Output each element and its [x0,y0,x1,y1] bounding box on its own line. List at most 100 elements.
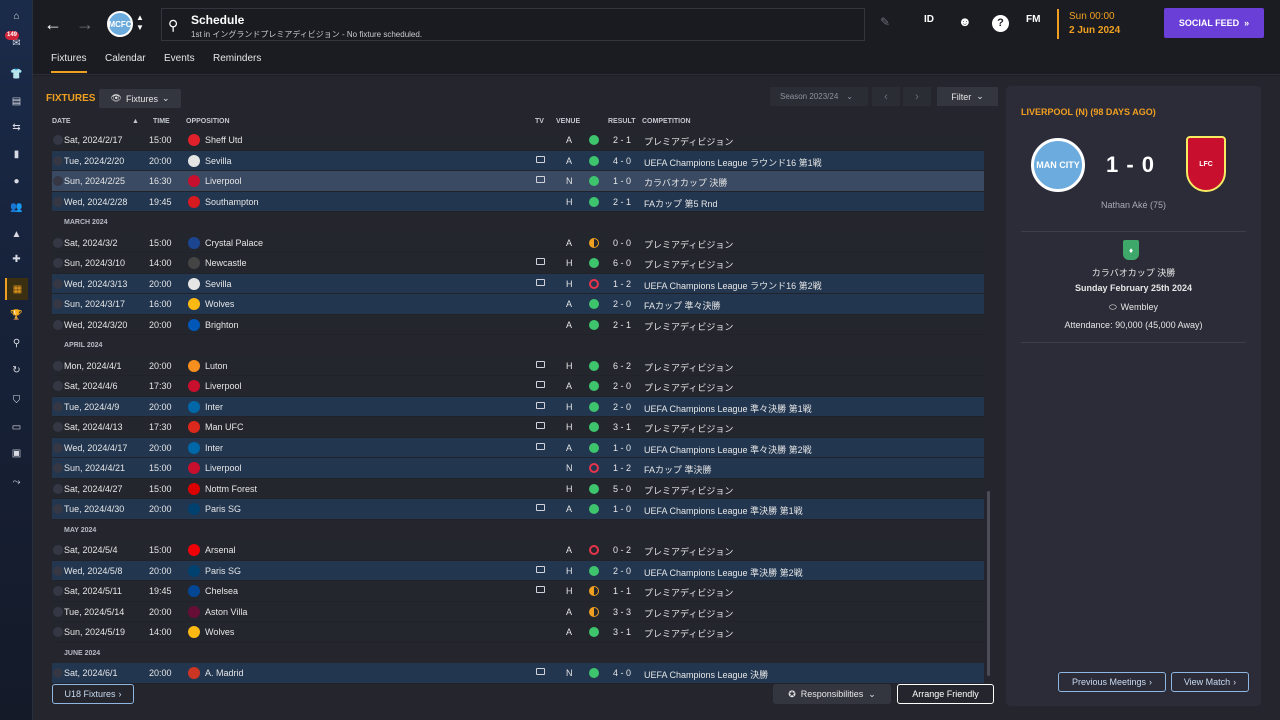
reports-icon[interactable]: ▤ [5,90,28,112]
opponent-name[interactable]: Sevilla [205,279,232,289]
table-row[interactable]: Sun, 2024/3/17 16:00 Wolves A 2 - 0 FAカップ 準々決… [52,294,984,315]
opponent-name[interactable]: Sheff Utd [205,135,242,145]
fixture-competition[interactable]: FAカップ 第5 Rnd [644,197,718,210]
medical-icon[interactable]: ✚ [5,248,28,270]
opponent-name[interactable]: Luton [205,361,228,371]
fixture-result[interactable]: 4 - 0 [613,156,631,166]
arrange-friendly-button[interactable]: Arrange Friendly [897,684,994,704]
filter-button[interactable]: Filter ⌄ [937,87,998,106]
away-club-crest[interactable]: LFC [1186,136,1226,192]
pencil-icon[interactable]: ✎ [880,15,890,29]
tab-reminders[interactable]: Reminders [213,53,261,71]
tactics-icon[interactable]: ● [5,170,28,192]
col-tv[interactable]: TV [535,118,544,125]
col-venue[interactable]: VENUE [556,118,580,125]
fixture-competition[interactable]: プレミアディビジョン [644,586,733,599]
sort-asc-icon[interactable]: ▲ [132,118,139,125]
goal-scorer[interactable]: Nathan Aké (75) [1006,200,1261,210]
table-row[interactable]: Wed, 2024/3/20 20:00 Brighton A 2 - 1 プレミアディビ… [52,314,984,335]
table-row[interactable]: Tue, 2024/2/20 20:00 Sevilla A 4 - 0 UEFA Cha… [52,150,984,171]
opponent-name[interactable]: Crystal Palace [205,238,263,248]
prev-season-button[interactable]: ‹ [872,87,900,106]
opponent-name[interactable]: Liverpool [205,381,242,391]
table-row[interactable]: Tue, 2024/4/9 20:00 Inter H 2 - 0 UEFA Champi… [52,396,984,417]
fixture-competition[interactable]: プレミアディビジョン [644,381,733,394]
fixture-competition[interactable]: プレミアディビジョン [644,484,733,497]
opponent-name[interactable]: Man UFC [205,422,244,432]
staff-icon[interactable]: 👥 [5,196,28,218]
table-row[interactable]: Sat, 2024/6/1 20:00 A. Madrid N 4 - 0 UEFA Ch… [52,663,984,684]
opponent-name[interactable]: Arsenal [205,545,236,555]
fixture-competition[interactable]: プレミアディビジョン [644,627,733,640]
opponent-name[interactable]: Brighton [205,320,239,330]
table-row[interactable]: Sun, 2024/5/19 14:00 Wolves A 3 - 1 プレミアディビジョ… [52,622,984,643]
opponent-name[interactable]: Aston Villa [205,607,247,617]
opponent-name[interactable]: Wolves [205,299,234,309]
next-season-button[interactable]: › [903,87,931,106]
table-row[interactable]: Sun, 2024/2/25 16:30 Liverpool N 1 - 0 カラバオカッ… [52,171,984,192]
fixture-result[interactable]: 1 - 2 [613,279,631,289]
fixture-result[interactable]: 4 - 0 [613,668,631,678]
opponent-name[interactable]: Newcastle [205,258,247,268]
opponent-name[interactable]: Chelsea [205,586,238,596]
club-switch-chevron-icon[interactable]: ▲ ▼ [136,13,144,33]
opponent-name[interactable]: Sevilla [205,156,232,166]
fixture-result[interactable]: 3 - 3 [613,607,631,617]
col-time[interactable]: TIME [153,118,170,125]
opponent-name[interactable]: Paris SG [205,566,241,576]
fixture-competition[interactable]: UEFA Champions League 準決勝 第1戦 [644,504,803,517]
opponent-name[interactable]: Paris SG [205,504,241,514]
help-icon[interactable]: ? [992,15,1009,32]
fixtures-view-dropdown[interactable]: 👁 Fixtures ⌄ [99,89,181,108]
club-info-icon[interactable]: ⛉ [5,389,28,411]
fixture-result[interactable]: 5 - 0 [613,484,631,494]
training-icon[interactable]: ▲ [5,223,28,245]
table-row[interactable]: Sat, 2024/4/13 17:30 Man UFC H 3 - 1 プレミアディビジ… [52,417,984,438]
fixture-competition[interactable]: UEFA Champions League ラウンド16 第2戦 [644,279,822,292]
fixture-result[interactable]: 2 - 0 [613,381,631,391]
opponent-name[interactable]: Southampton [205,197,259,207]
table-row[interactable]: Sat, 2024/5/11 19:45 Chelsea H 1 - 1 プレミアディビジ… [52,581,984,602]
opponent-name[interactable]: Wolves [205,627,234,637]
fixture-competition[interactable]: UEFA Champions League 準々決勝 第1戦 [644,402,812,415]
trophy-head-icon[interactable]: ☻ [958,14,972,29]
fixture-competition[interactable]: プレミアディビジョン [644,545,733,558]
competitions-icon[interactable]: 🏆 [5,304,28,326]
table-row[interactable]: Sat, 2024/4/6 17:30 Liverpool A 2 - 0 プレミアディビ… [52,376,984,397]
dev-centre-icon[interactable]: ⤳ [5,471,28,493]
dynamics-icon[interactable]: ▮ [5,143,28,165]
fixture-result[interactable]: 1 - 0 [613,504,631,514]
fixture-competition[interactable]: プレミアディビジョン [644,361,733,374]
stadium-name[interactable]: Wembley [1121,302,1158,312]
view-match-button[interactable]: View Match › [1171,672,1249,692]
finances-icon[interactable]: ▭ [5,416,28,438]
refresh-icon[interactable]: ↻ [5,359,28,381]
col-opposition[interactable]: OPPOSITION [186,118,230,125]
col-result[interactable]: RESULT [608,118,635,125]
opponent-name[interactable]: Inter [205,443,223,453]
tab-fixtures[interactable]: Fixtures [51,53,87,73]
social-feed-button[interactable]: SOCIAL FEED » [1164,8,1264,38]
table-row[interactable]: Sat, 2024/5/4 15:00 Arsenal A 0 - 2 プレミアディビジョ… [52,540,984,561]
date-display[interactable]: Sun 00:00 2 Jun 2024 [1057,9,1147,39]
fixture-result[interactable]: 3 - 1 [613,422,631,432]
responsibilities-button[interactable]: ✪ Responsibilities ⌄ [773,684,891,704]
fixture-result[interactable]: 2 - 0 [613,299,631,309]
opponent-name[interactable]: Liverpool [205,176,242,186]
fixture-result[interactable]: 2 - 1 [613,320,631,330]
fixture-result[interactable]: 1 - 0 [613,176,631,186]
table-row[interactable]: Wed, 2024/3/13 20:00 Sevilla H 1 - 2 UEFA Cha… [52,273,984,294]
back-arrow-icon[interactable]: ← [43,12,63,36]
fixture-result[interactable]: 0 - 0 [613,238,631,248]
table-row[interactable]: Sat, 2024/3/2 15:00 Crystal Palace A 0 - 0 プレ… [52,232,984,253]
table-row[interactable]: Sat, 2024/2/17 15:00 Sheff Utd A 2 - 1 プレミアディ… [52,130,984,151]
club-badge[interactable]: MCFC [107,11,133,37]
table-row[interactable]: Wed, 2024/2/28 19:45 Southampton H 2 - 1 FAカッ… [52,191,984,212]
opponent-name[interactable]: Liverpool [205,463,242,473]
fixture-competition[interactable]: FAカップ 準々決勝 [644,299,721,312]
fixture-result[interactable]: 2 - 0 [613,566,631,576]
fixture-competition[interactable]: UEFA Champions League ラウンド16 第1戦 [644,156,822,169]
opponent-name[interactable]: A. Madrid [205,668,244,678]
fixture-competition[interactable]: UEFA Champions League 決勝 [644,668,768,681]
tab-calendar[interactable]: Calendar [105,53,146,71]
